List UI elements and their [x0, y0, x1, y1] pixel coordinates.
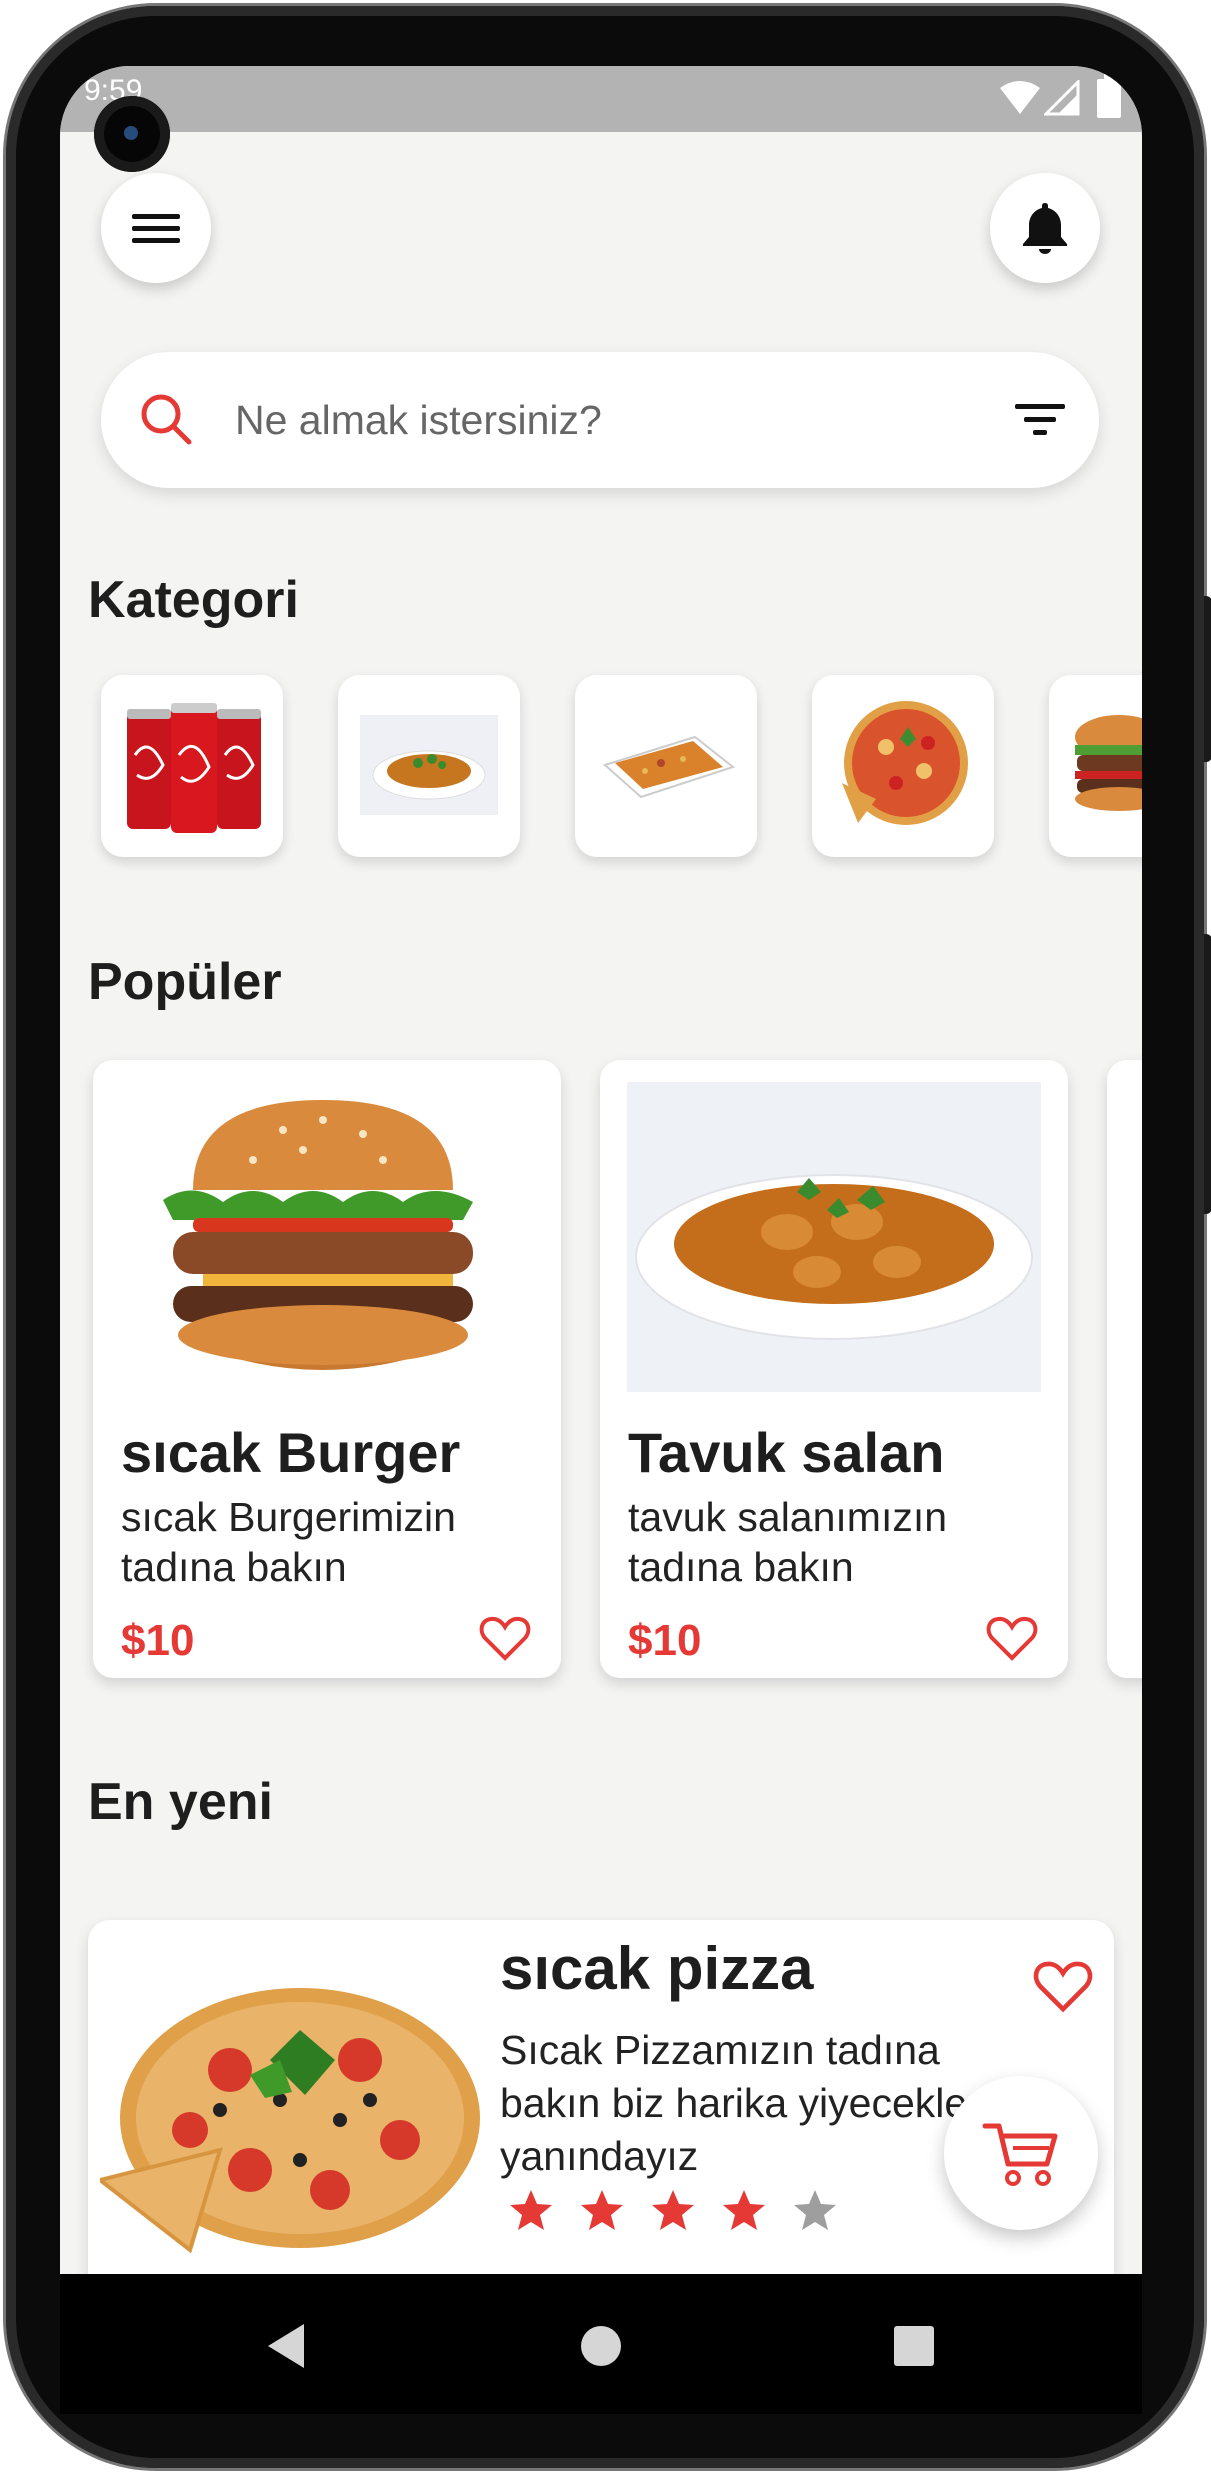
pizza-image — [100, 1988, 480, 2254]
product-name: sıcak Burger — [121, 1421, 461, 1484]
heart-icon[interactable] — [986, 1614, 1038, 1662]
popular-card[interactable]: sıcak Burger sıcak Burgerimizin tadına b… — [93, 1060, 561, 1678]
categories-title: Kategori — [88, 571, 299, 629]
category-pizza[interactable] — [812, 675, 994, 857]
category-burger[interactable] — [1049, 675, 1142, 857]
search-icon — [141, 394, 192, 445]
category-drinks[interactable] — [101, 675, 283, 857]
battery-icon — [1097, 74, 1121, 118]
heart-icon[interactable] — [479, 1614, 531, 1662]
popular-card-partial[interactable] — [1107, 1060, 1142, 1678]
product-price: $10 — [628, 1616, 702, 1665]
star-icon — [794, 2190, 836, 2230]
system-nav-bar — [60, 2274, 1142, 2414]
wifi-icon — [1000, 81, 1040, 114]
star-icon — [510, 2190, 552, 2230]
app-screen: 9:59 Ne almak istersiniz? Kategori Popül… — [60, 66, 1142, 2274]
back-icon[interactable] — [264, 2322, 308, 2370]
pizza-image — [842, 701, 968, 825]
category-curry[interactable] — [338, 675, 520, 857]
volume-button — [1204, 596, 1211, 762]
status-bar: 9:59 — [60, 66, 1142, 132]
product-description: sıcak Burgerimizin tadına bakın — [121, 1494, 456, 1590]
newest-card[interactable]: sıcak pizza Sıcak Pizzamızın tadına bakı… — [88, 1920, 1114, 2274]
power-button — [1204, 934, 1211, 1214]
newest-title: En yeni — [88, 1773, 273, 1831]
filter-icon[interactable] — [1013, 400, 1067, 440]
product-price: $10 — [121, 1616, 195, 1665]
notification-button[interactable] — [990, 173, 1100, 283]
cola-cans-image — [127, 703, 261, 833]
bell-icon — [1023, 203, 1067, 254]
cart-fab-button[interactable] — [944, 2076, 1098, 2230]
popular-card[interactable]: Tavuk salan tavuk salanımızın tadına bak… — [600, 1060, 1068, 1678]
menu-button[interactable] — [101, 173, 211, 283]
burger-image — [163, 1100, 473, 1370]
cart-icon — [982, 2123, 1058, 2186]
chicken-curry-image — [360, 715, 498, 815]
product-description: tavuk salanımızın tadına bakın — [628, 1494, 948, 1590]
category-rice[interactable] — [575, 675, 757, 857]
recents-icon[interactable] — [892, 2324, 936, 2368]
home-icon[interactable] — [579, 2324, 623, 2368]
product-description: Sıcak Pizzamızın tadına bakın biz harika… — [500, 2027, 1013, 2179]
product-name: Tavuk salan — [628, 1421, 945, 1484]
burger-image — [1075, 715, 1142, 811]
popular-title: Popüler — [88, 953, 282, 1011]
rice-dish-image — [603, 735, 736, 799]
signal-icon — [1044, 80, 1080, 116]
star-icon — [581, 2190, 623, 2230]
front-camera — [94, 96, 170, 172]
rating-stars — [508, 2188, 848, 2238]
star-icon — [652, 2190, 694, 2230]
star-icon — [723, 2190, 765, 2230]
search-input[interactable] — [235, 390, 955, 450]
search-bar[interactable] — [101, 352, 1099, 488]
heart-icon[interactable] — [1033, 1958, 1093, 2014]
product-name: sıcak pizza — [500, 1935, 814, 2002]
chicken-curry-image — [627, 1082, 1041, 1392]
hamburger-menu-icon — [132, 214, 180, 243]
